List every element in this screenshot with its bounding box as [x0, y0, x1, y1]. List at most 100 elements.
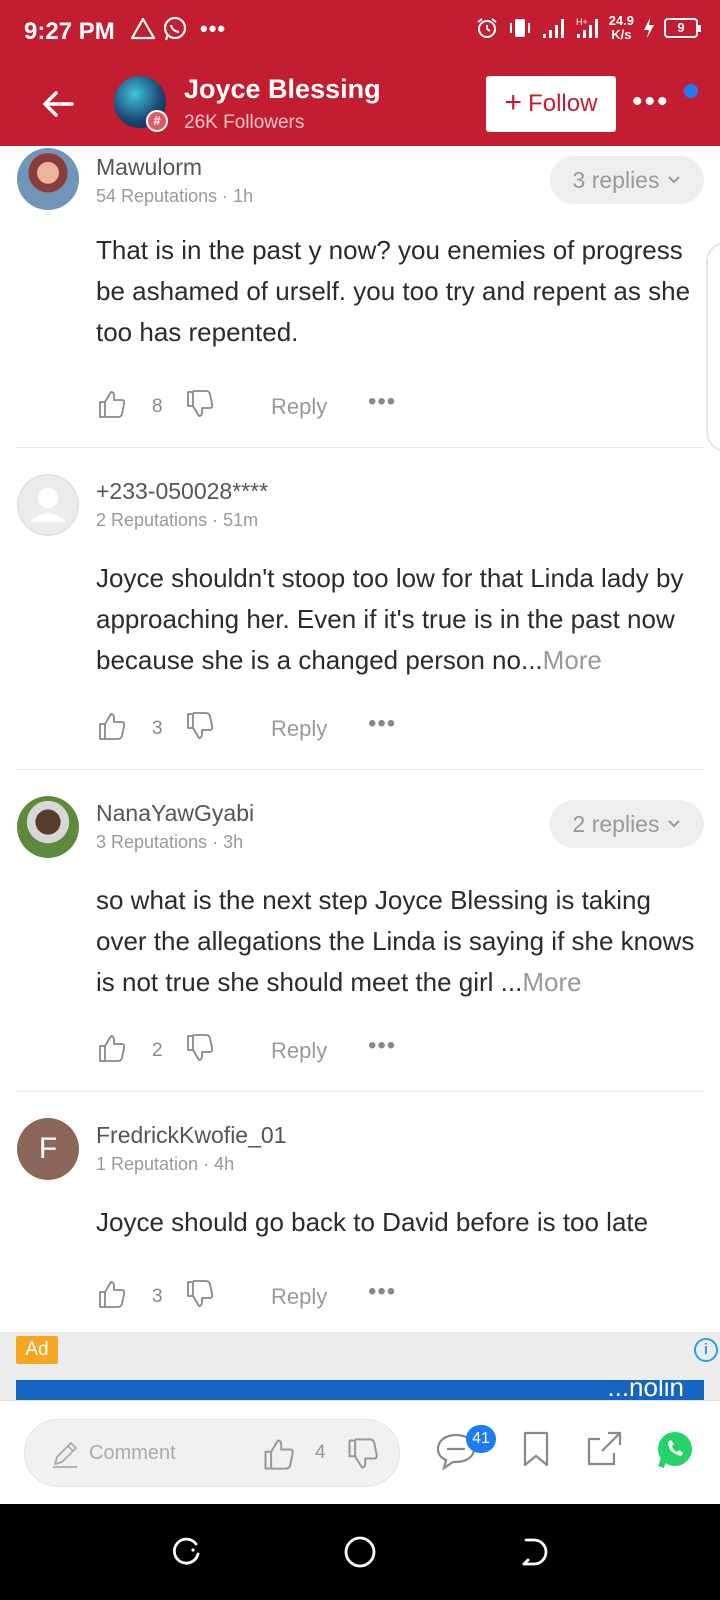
- replies-label: 2 replies: [572, 810, 660, 837]
- comment-meta: 54 Reputations · 1h: [96, 186, 254, 206]
- status-time: 9:27 PM: [24, 18, 115, 45]
- status-right-icons: H+ 24.9 K/s 9: [475, 14, 701, 42]
- follow-label: Follow: [528, 90, 598, 117]
- user-avatar[interactable]: F: [17, 1118, 79, 1180]
- thumbs-down-icon[interactable]: [184, 710, 216, 742]
- ad-info-icon[interactable]: i: [694, 1338, 718, 1362]
- signal-icon-2: H+: [576, 17, 598, 38]
- comment-meta: 2 Reputations · 51m: [96, 510, 259, 530]
- thumbs-up-icon[interactable]: [96, 1278, 128, 1310]
- thumbs-down-icon[interactable]: [345, 1436, 381, 1472]
- comment-actions: 2 Reply •••: [96, 1032, 416, 1072]
- thumbs-up-icon[interactable]: [96, 388, 128, 420]
- ad-banner[interactable]: ...nolin: [16, 1380, 704, 1400]
- thumbs-up-icon[interactable]: [261, 1436, 297, 1472]
- comment-meta: 3 Reputations · 3h: [96, 832, 244, 852]
- comment-item: NanaYawGyabi 3 Reputations · 3h 2 replie…: [0, 790, 720, 1090]
- like-count: 3: [152, 718, 163, 739]
- replies-label: 3 replies: [572, 166, 660, 193]
- notification-dot: [684, 84, 698, 98]
- user-avatar[interactable]: [17, 474, 79, 536]
- whatsapp-icon: [163, 16, 187, 41]
- battery-icon: 9: [664, 18, 701, 38]
- comment-item: +233-050028**** 2 Reputations · 51m Joyc…: [0, 468, 720, 768]
- more-link[interactable]: More: [522, 967, 581, 997]
- divider: [16, 447, 704, 448]
- back-arrow-icon[interactable]: [36, 82, 80, 126]
- edge-panel-handle[interactable]: [706, 242, 720, 452]
- recents-button[interactable]: [168, 1534, 204, 1570]
- comment-placeholder: Comment: [89, 1442, 176, 1464]
- comment-actions: 8 Reply •••: [96, 388, 416, 428]
- thumbs-down-icon[interactable]: [184, 1278, 216, 1310]
- vibrate-icon: [509, 19, 530, 37]
- comments-count-badge: 41: [466, 1425, 496, 1453]
- reply-button[interactable]: Reply: [271, 1284, 327, 1310]
- back-button[interactable]: [516, 1534, 552, 1570]
- bookmark-icon[interactable]: [516, 1429, 556, 1469]
- whatsapp-share-icon[interactable]: [654, 1429, 696, 1471]
- chevron-down-icon: [668, 176, 681, 184]
- comment-username[interactable]: +233-050028****: [96, 478, 268, 505]
- share-icon[interactable]: [584, 1429, 624, 1469]
- comment-body: Joyce should go back to David before is …: [96, 1207, 649, 1237]
- comment-text: Joyce should go back to David before is …: [96, 1202, 706, 1243]
- comment-body: so what is the next step Joyce Blessing …: [96, 885, 695, 997]
- channel-name[interactable]: Joyce Blessing: [184, 74, 381, 105]
- reply-button[interactable]: Reply: [271, 1038, 327, 1064]
- comment-more-button[interactable]: •••: [368, 1278, 396, 1306]
- bottom-action-bar: Comment 4 41: [0, 1400, 720, 1504]
- avatar-letter: F: [38, 1132, 58, 1165]
- alarm-icon: [477, 18, 497, 38]
- comment-item: Mawulorm 54 Reputations · 1h 3 replies T…: [0, 146, 720, 446]
- ad-container[interactable]: Ad i ...nolin: [0, 1332, 720, 1400]
- status-bar: 9:27 PM ••• H+ 24.9 K/s 9: [0, 0, 720, 62]
- thumbs-up-icon[interactable]: [96, 710, 128, 742]
- user-avatar[interactable]: [17, 148, 79, 210]
- reply-button[interactable]: Reply: [271, 716, 327, 742]
- net-speed: 24.9 K/s: [609, 14, 634, 42]
- charging-icon: [644, 18, 654, 38]
- comment-username[interactable]: Mawulorm: [96, 154, 202, 181]
- system-nav-bar: [0, 1504, 720, 1600]
- follow-button[interactable]: + Follow: [486, 76, 616, 132]
- comment-username[interactable]: FredrickKwofie_01: [96, 1122, 286, 1149]
- thumbs-up-icon[interactable]: [96, 1032, 128, 1064]
- reply-button[interactable]: Reply: [271, 394, 327, 420]
- comment-more-button[interactable]: •••: [368, 388, 396, 416]
- comment-input[interactable]: Comment 4: [24, 1419, 400, 1487]
- home-button[interactable]: [342, 1534, 378, 1570]
- comment-text: so what is the next step Joyce Blessing …: [96, 880, 706, 1003]
- replies-button[interactable]: 2 replies: [550, 800, 704, 848]
- warning-icon: [130, 17, 156, 40]
- net-speed-value: 24.9: [608, 13, 634, 28]
- more-dots-icon: •••: [200, 16, 227, 41]
- more-link[interactable]: More: [543, 645, 602, 675]
- replies-button[interactable]: 3 replies: [550, 156, 704, 204]
- comment-username[interactable]: NanaYawGyabi: [96, 800, 254, 827]
- thumbs-down-icon[interactable]: [184, 1032, 216, 1064]
- more-options-button[interactable]: •••: [632, 87, 670, 117]
- channel-header: # Joyce Blessing 26K Followers + Follow …: [0, 62, 720, 146]
- default-avatar-icon: [17, 474, 79, 536]
- comment-item: F FredrickKwofie_01 1 Reputation · 4h Jo…: [0, 1112, 720, 1332]
- pencil-icon: [53, 1442, 77, 1468]
- ad-banner-text: ...nolin: [607, 1380, 684, 1400]
- comment-actions: 3 Reply •••: [96, 1278, 416, 1318]
- channel-followers: 26K Followers: [184, 112, 305, 133]
- like-count: 3: [152, 1286, 163, 1307]
- comment-actions: 3 Reply •••: [96, 710, 416, 750]
- plus-icon: +: [504, 85, 523, 119]
- like-count: 8: [152, 396, 163, 417]
- comment-meta: 1 Reputation · 4h: [96, 1154, 235, 1174]
- status-left-icons: •••: [130, 16, 226, 42]
- chevron-down-icon: [668, 820, 681, 828]
- comment-more-button[interactable]: •••: [368, 710, 396, 738]
- thumbs-down-icon[interactable]: [184, 388, 216, 420]
- comment-more-button[interactable]: •••: [368, 1032, 396, 1060]
- user-avatar[interactable]: [17, 796, 79, 858]
- app-screen: 9:27 PM ••• H+ 24.9 K/s 9 # Joyce Blessi…: [0, 0, 720, 1600]
- svg-text:H+: H+: [576, 17, 588, 27]
- comment-body: That is in the past y now? you enemies o…: [96, 235, 691, 347]
- comment-text: Joyce shouldn't stoop too low for that L…: [96, 558, 706, 681]
